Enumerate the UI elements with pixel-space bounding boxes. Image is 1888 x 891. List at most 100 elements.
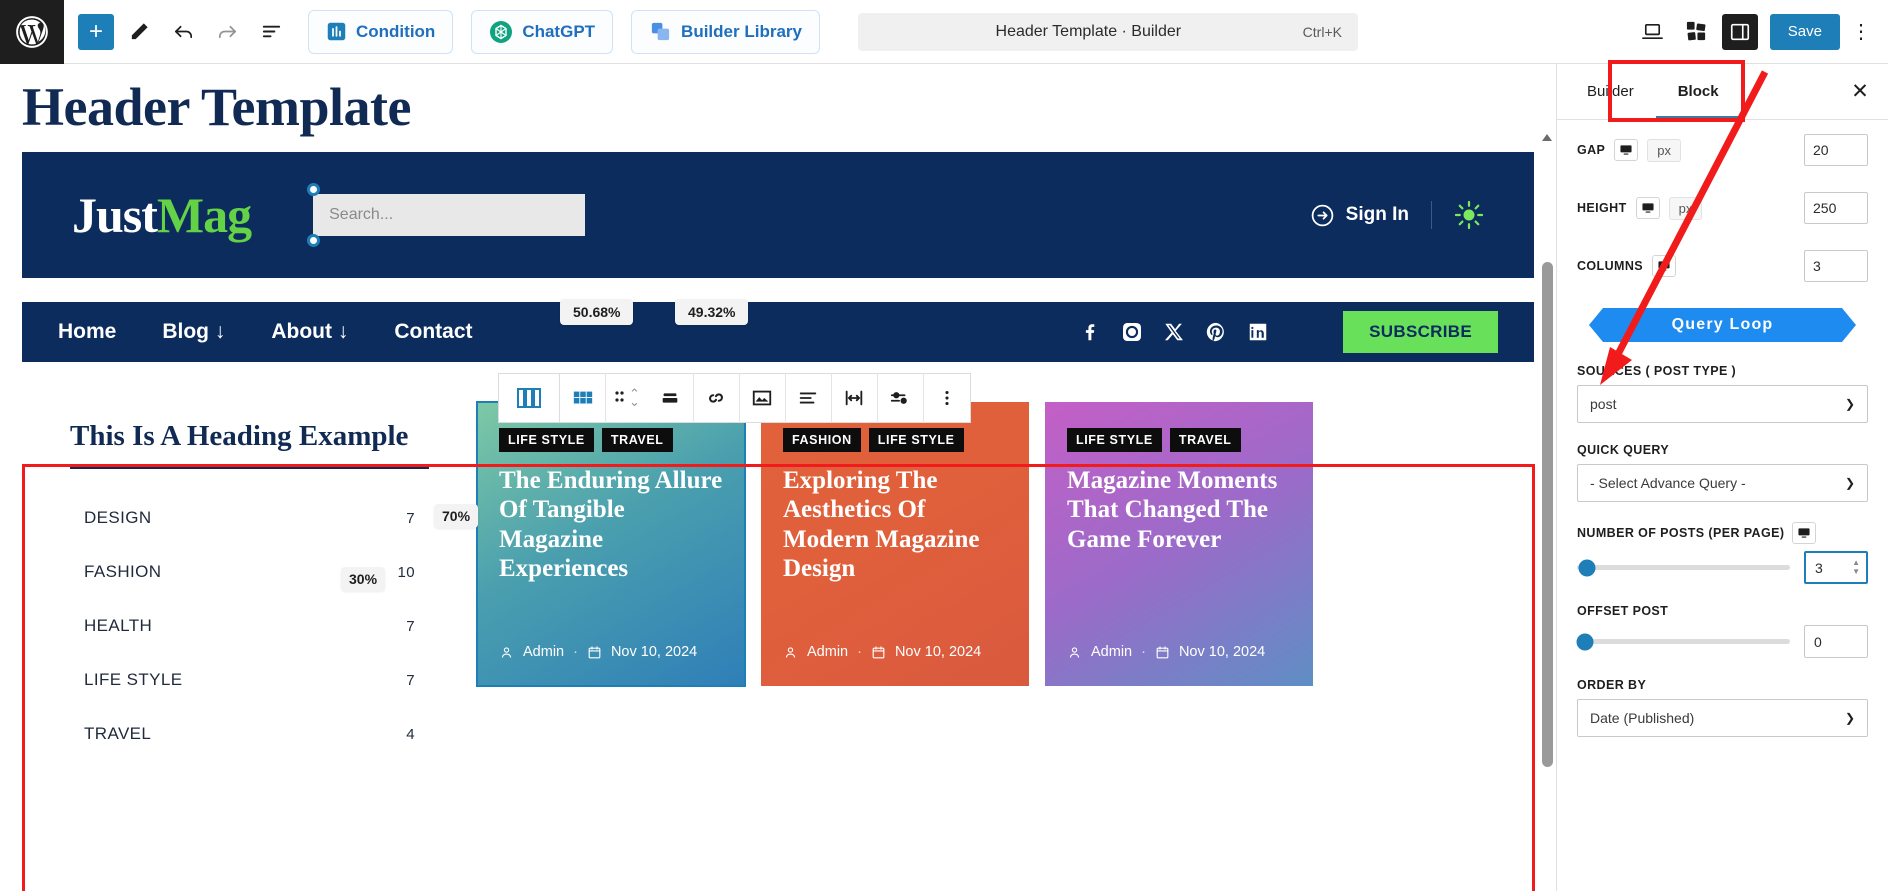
gap-input[interactable]: 20 — [1804, 134, 1868, 166]
wordpress-icon[interactable] — [0, 0, 64, 64]
status-badge: LIFE STYLE — [868, 428, 964, 452]
text-align-icon[interactable] — [786, 373, 832, 423]
quantity-stepper[interactable]: ▲ ▼ — [1852, 558, 1860, 576]
settings-sliders-icon[interactable] — [878, 373, 924, 423]
linkedin-icon[interactable] — [1247, 321, 1269, 343]
scrollbar-thumb[interactable] — [1542, 262, 1553, 767]
category-count: 7 — [406, 509, 415, 527]
edit-pen-icon[interactable] — [120, 13, 158, 51]
document-title-bar[interactable]: Header Template · Builder Ctrl+K — [857, 12, 1358, 51]
columns-block-icon[interactable] — [560, 373, 606, 423]
meta-separator: · — [857, 644, 862, 660]
categories-heading: This Is A Heading Example — [70, 420, 429, 469]
nav-link-contact[interactable]: Contact — [394, 320, 472, 344]
move-down-icon[interactable]: ⌄ — [629, 395, 640, 408]
post-card[interactable]: LIFE STYLE TRAVEL The Enduring Allure Of… — [476, 401, 746, 687]
query-loop-block[interactable]: This Is A Heading Example DESIGN 7 FASHI… — [22, 386, 1534, 761]
sidebar-toggle-icon[interactable] — [1721, 13, 1758, 50]
gap-unit-chip[interactable]: px — [1647, 138, 1682, 162]
chatgpt-button[interactable]: ChatGPT — [471, 9, 614, 54]
scroll-up-arrow-icon[interactable] — [1542, 134, 1552, 141]
category-count: 7 — [406, 671, 415, 689]
status-badge: TRAVEL — [1169, 428, 1241, 452]
list-item[interactable]: DESIGN 7 — [70, 491, 429, 545]
nav-link-blog[interactable]: Blog ↓ — [162, 320, 225, 344]
site-nav-block[interactable]: Home Blog ↓ About ↓ Contact SUBSCRIBE — [22, 302, 1534, 362]
instagram-icon[interactable] — [1121, 321, 1143, 343]
laptop-preview-icon[interactable] — [1634, 13, 1672, 51]
categories-column[interactable]: This Is A Heading Example DESIGN 7 FASHI… — [22, 386, 477, 761]
move-up-down-icon[interactable]: ⌃ ⌄ — [629, 387, 640, 408]
quick-query-value: - Select Advance Query - — [1590, 475, 1746, 491]
site-header-block[interactable]: JustMag Search... Sign In — [22, 152, 1534, 278]
list-item[interactable]: HEALTH 7 — [70, 599, 429, 653]
sources-label: SOURCES ( POST TYPE ) — [1577, 364, 1737, 378]
search-input[interactable]: Search... — [313, 194, 586, 236]
nav-link-about[interactable]: About ↓ — [271, 320, 348, 344]
post-card[interactable]: FASHION LIFE STYLE Exploring The Aesthet… — [761, 402, 1029, 686]
patterns-icon[interactable] — [1678, 13, 1716, 51]
stepper-up-icon[interactable]: ▲ — [1852, 558, 1860, 567]
calendar-icon — [872, 645, 885, 658]
post-title[interactable]: The Enduring Allure Of Tangible Magazine… — [499, 466, 723, 583]
author-icon — [501, 646, 512, 658]
pinterest-icon[interactable] — [1205, 321, 1227, 343]
close-icon[interactable]: ✕ — [1840, 72, 1880, 112]
slider-knob[interactable] — [1576, 633, 1594, 650]
desktop-icon[interactable] — [1635, 197, 1660, 219]
nav-link-home[interactable]: Home — [58, 320, 116, 344]
desktop-icon[interactable] — [1652, 255, 1676, 277]
condition-button[interactable]: Condition — [308, 9, 454, 54]
height-unit-chip[interactable]: px — [1668, 196, 1703, 220]
posts-per-page-input[interactable]: 3 ▲ ▼ — [1804, 551, 1868, 584]
subscribe-button[interactable]: SUBSCRIBE — [1343, 311, 1498, 353]
builder-library-button[interactable]: Builder Library — [631, 9, 820, 54]
post-tags: FASHION LIFE STYLE — [783, 428, 1007, 452]
category-label: HEALTH — [84, 616, 153, 635]
search-block[interactable]: Search... — [307, 183, 586, 247]
add-block-button[interactable]: + — [78, 13, 114, 50]
align-icon[interactable] — [648, 373, 694, 423]
canvas-scrollbar[interactable] — [1542, 134, 1553, 879]
list-item[interactable]: TRAVEL 4 — [70, 707, 429, 761]
category-count: 7 — [406, 617, 415, 635]
tab-builder[interactable]: Builder — [1565, 64, 1656, 119]
sign-in-button[interactable]: Sign In — [1310, 203, 1409, 228]
desktop-icon[interactable] — [1614, 139, 1639, 161]
tab-block[interactable]: Block — [1656, 64, 1741, 119]
image-icon[interactable] — [740, 373, 786, 423]
sources-select[interactable]: post ❯ — [1577, 385, 1868, 423]
post-card[interactable]: LIFE STYLE TRAVEL Magazine Moments That … — [1045, 402, 1313, 686]
facebook-icon[interactable] — [1079, 321, 1101, 343]
undo-icon[interactable] — [164, 13, 202, 51]
resize-handle-bottom[interactable] — [307, 234, 321, 247]
slider-knob[interactable] — [1578, 559, 1596, 576]
height-input[interactable]: 250 — [1804, 192, 1868, 224]
order-by-select[interactable]: Date (Published) ❯ — [1577, 699, 1868, 737]
select-parent-columns-icon[interactable] — [498, 373, 560, 423]
more-options-icon[interactable] — [924, 373, 970, 423]
desktop-icon[interactable] — [1792, 522, 1817, 544]
document-overview-icon[interactable] — [252, 13, 290, 51]
post-title[interactable]: Magazine Moments That Changed The Game F… — [1067, 466, 1291, 554]
offset-post-slider[interactable] — [1576, 633, 1790, 650]
offset-post-input[interactable]: 0 — [1804, 625, 1868, 658]
list-item[interactable]: LIFE STYLE 7 — [70, 653, 429, 707]
site-logo[interactable]: JustMag — [72, 186, 252, 244]
kebab-menu-icon[interactable]: ⋮ — [1846, 13, 1876, 51]
order-by-label: ORDER BY — [1577, 678, 1647, 692]
posts-per-page-slider[interactable] — [1577, 559, 1790, 576]
link-icon[interactable] — [694, 373, 740, 423]
quick-query-select[interactable]: - Select Advance Query - ❯ — [1577, 464, 1868, 502]
save-button[interactable]: Save — [1769, 13, 1840, 50]
redo-icon[interactable] — [208, 13, 246, 51]
x-twitter-icon[interactable] — [1163, 321, 1185, 343]
sun-icon[interactable] — [1454, 200, 1484, 230]
columns-input[interactable]: 3 — [1804, 250, 1868, 282]
full-width-icon[interactable] — [832, 373, 878, 423]
drag-handle-icon[interactable] — [614, 386, 625, 411]
stepper-down-icon[interactable]: ▼ — [1852, 567, 1860, 576]
post-title[interactable]: Exploring The Aesthetics Of Modern Magaz… — [783, 466, 1007, 583]
height-setting: HEIGHT px 250 — [1577, 192, 1868, 224]
post-meta: Admin · Nov 10, 2024 — [783, 644, 1007, 660]
